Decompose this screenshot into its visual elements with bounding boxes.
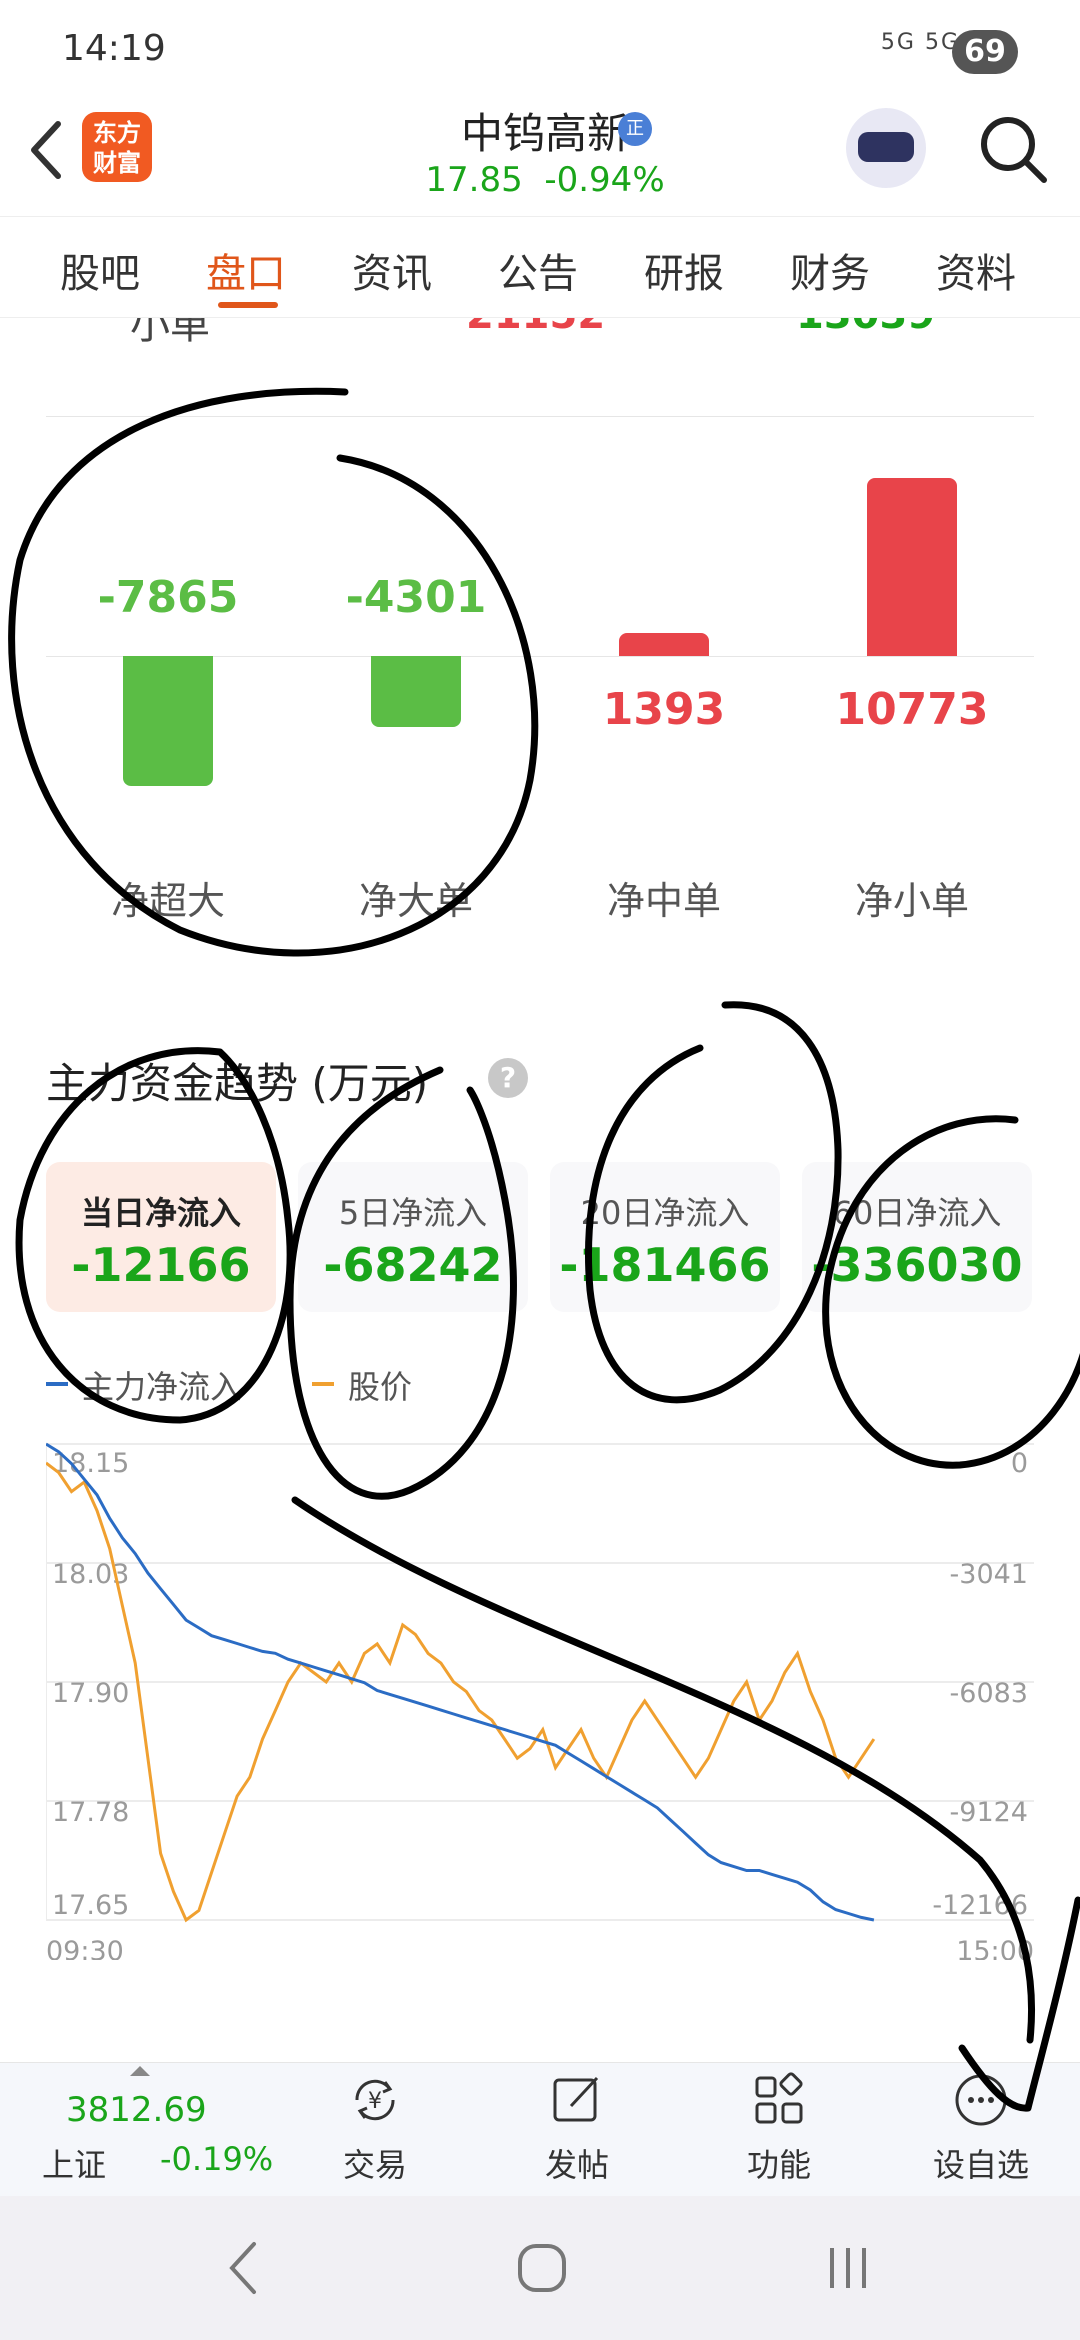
legend-swatch-price	[312, 1382, 334, 1386]
bar-category-label: 净大单	[358, 879, 473, 923]
bar-value-label: -4301	[345, 572, 487, 623]
card-label: 20日净流入	[580, 1194, 750, 1232]
trend-line-chart: 18.1518.0317.9017.7817.650-3041-6083-912…	[46, 1442, 1034, 1960]
search-icon[interactable]	[974, 110, 1054, 190]
battery-icon: 69	[952, 30, 1018, 74]
tab-pankou[interactable]: 盘口	[206, 241, 286, 299]
back-nav-icon[interactable]	[214, 2236, 274, 2300]
bar-category-label: 净超大	[110, 879, 225, 923]
function-label: 功能	[746, 2146, 811, 2184]
card-value: -181466	[559, 1238, 771, 1292]
card-value: -68242	[323, 1238, 503, 1292]
legend-swatch-main-inflow	[46, 1382, 68, 1386]
index-name: 上证	[42, 2146, 107, 2184]
tab-announcement[interactable]: 公告	[498, 241, 578, 299]
tab-research[interactable]: 研报	[644, 241, 724, 299]
status-bar: 14:19 5G 5G 69	[0, 0, 1080, 96]
add-watchlist-label: 设自选	[932, 2146, 1029, 2184]
tab-bar: 股吧 盘口 资讯 公告 研报 财务 资料	[0, 216, 1080, 318]
x-axis-tick: 15:00	[956, 1936, 1034, 1960]
tab-profile[interactable]: 资料	[936, 241, 1016, 299]
add-watchlist-button[interactable]: 设自选	[916, 2070, 1046, 2186]
divider	[46, 416, 1034, 417]
tab-news[interactable]: 资讯	[352, 241, 432, 299]
bar-category-label: 净小单	[854, 879, 969, 923]
right-axis-tick: 0	[1011, 1448, 1028, 1479]
card-label: 当日净流入	[80, 1194, 241, 1232]
tab-finance[interactable]: 财务	[790, 241, 870, 299]
left-axis-tick: 17.78	[52, 1797, 129, 1828]
legend-price: 股价	[348, 1368, 413, 1406]
bar-net-small	[867, 478, 957, 656]
trade-button[interactable]: ¥ 交易	[310, 2070, 440, 2186]
signal-icon: 5G 5G	[880, 30, 960, 55]
help-icon[interactable]: ?	[488, 1058, 528, 1098]
stock-tag-badge: 正	[618, 112, 652, 146]
expand-caret-icon[interactable]	[130, 2066, 150, 2076]
edit-icon	[553, 2076, 599, 2122]
card-60d-inflow[interactable]: 60日净流入 -336030	[802, 1162, 1032, 1312]
left-axis-tick: 18.15	[52, 1448, 129, 1479]
bar-category-label: 净中单	[606, 879, 721, 923]
right-axis-tick: -3041	[950, 1559, 1028, 1590]
bar-value-label: 1393	[602, 684, 726, 735]
active-tab-indicator	[218, 302, 278, 308]
x-axis-tick: 09:30	[46, 1936, 124, 1960]
right-axis-tick: -6083	[950, 1678, 1028, 1709]
bar-net-large	[371, 656, 461, 728]
robot-face	[858, 132, 914, 162]
svg-text:¥: ¥	[368, 2089, 382, 2114]
stock-price: 17.85	[425, 160, 523, 200]
index-change: -0.19%	[160, 2140, 274, 2178]
trade-label: 交易	[342, 2146, 407, 2184]
stock-change: -0.94%	[544, 160, 665, 200]
card-5d-inflow[interactable]: 5日净流入 -68242	[298, 1162, 528, 1312]
legend-main-inflow: 主力净流入	[82, 1368, 243, 1406]
bar-value-label: 10773	[835, 684, 989, 735]
section-title: 主力资金趋势 (万元)	[46, 1059, 429, 1108]
stock-price-line: 17.85 -0.94%	[380, 160, 710, 200]
app-logo: 东方 财富	[82, 112, 152, 182]
card-label: 5日净流入	[338, 1194, 488, 1232]
grid-icon	[755, 2072, 803, 2124]
partial-row-value2: 13039	[796, 318, 935, 338]
function-button[interactable]: 功能	[714, 2070, 844, 2186]
right-axis-tick: -12166	[932, 1890, 1028, 1921]
index-value[interactable]: 3812.69	[66, 2090, 207, 2130]
left-axis-tick: 17.90	[52, 1678, 129, 1709]
card-20d-inflow[interactable]: 20日净流入 -181466	[550, 1162, 780, 1312]
card-today-inflow[interactable]: 当日净流入 -12166	[46, 1162, 276, 1312]
bar-value-label: -7865	[97, 572, 239, 623]
status-time: 14:19	[62, 28, 166, 69]
yen-cycle-icon: ¥	[355, 2079, 395, 2121]
bar-net-medium	[619, 632, 709, 656]
home-nav-icon[interactable]	[510, 2236, 574, 2300]
card-value: -12166	[71, 1238, 251, 1292]
card-label: 60日净流入	[832, 1194, 1002, 1232]
card-value: -336030	[811, 1238, 1023, 1292]
recents-nav-icon[interactable]	[818, 2236, 878, 2300]
bar-net-super-large	[123, 656, 213, 786]
partial-row-value1: 21152	[466, 318, 605, 338]
post-label: 发帖	[544, 2146, 609, 2184]
system-nav-bar	[0, 2196, 1080, 2340]
more-dots-icon	[955, 2074, 1007, 2126]
post-button[interactable]: 发帖	[512, 2070, 642, 2186]
back-arrow-icon[interactable]	[18, 110, 78, 190]
tab-guba[interactable]: 股吧	[60, 241, 140, 299]
price-line	[46, 1461, 876, 1923]
right-axis-tick: -9124	[950, 1797, 1028, 1828]
partial-row: 小单 21152 13039	[0, 318, 1080, 348]
left-axis-tick: 17.65	[52, 1890, 129, 1921]
partial-row-label: 小单	[130, 318, 210, 348]
stock-name: 中钨高新	[460, 109, 629, 158]
